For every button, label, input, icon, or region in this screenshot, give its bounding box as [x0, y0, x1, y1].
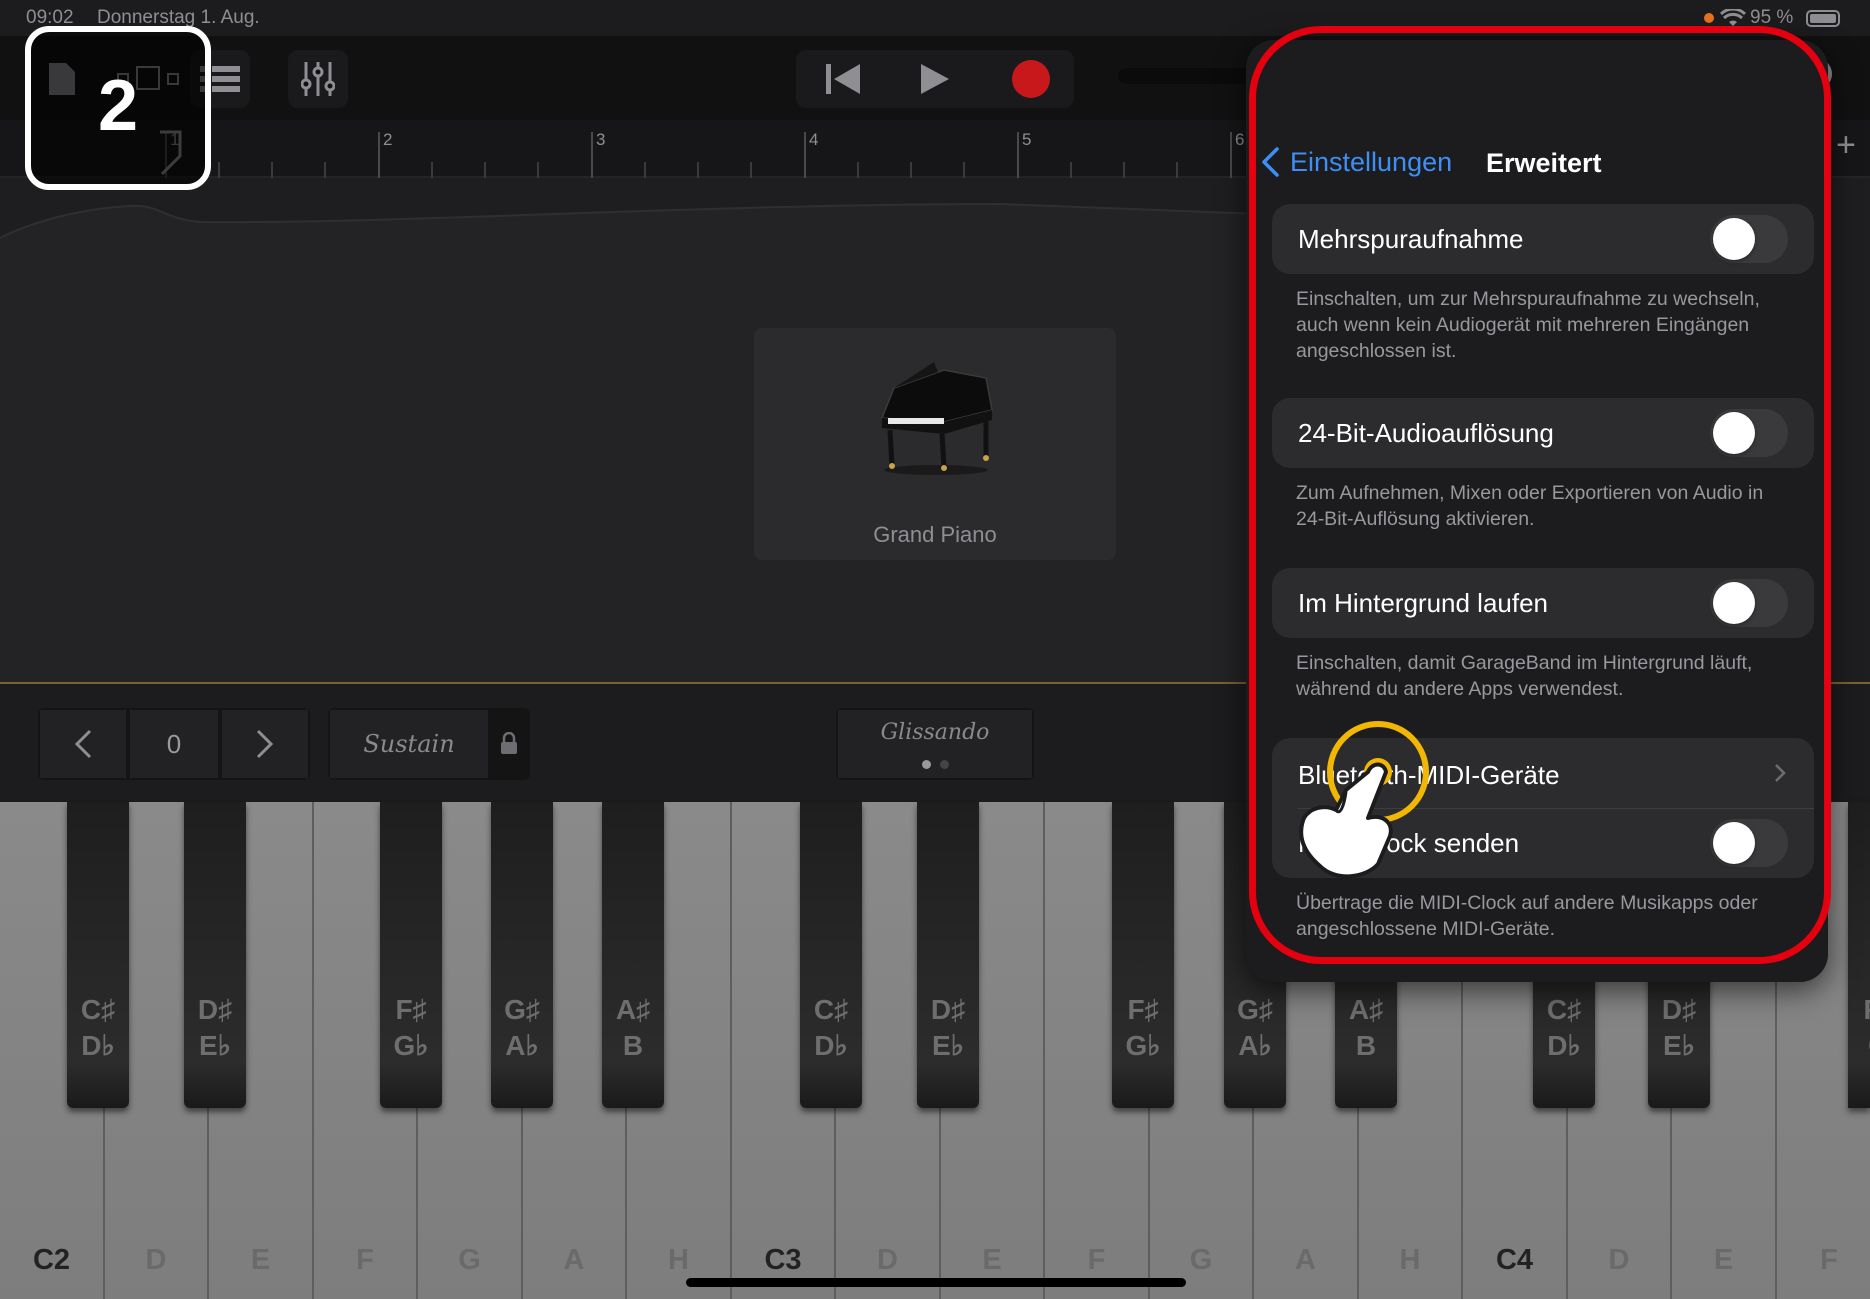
- key-label: G: [1189, 1244, 1213, 1276]
- black-key[interactable]: C♯ D♭: [67, 802, 129, 1108]
- instrument-name: Grand Piano: [873, 522, 997, 547]
- key-label: C♯: [1546, 994, 1582, 1025]
- ruler-bar-label: 6: [1235, 130, 1245, 149]
- ruler-bar-label: 3: [596, 130, 606, 149]
- key-label: D♭: [814, 1030, 848, 1061]
- key-label: G: [458, 1244, 481, 1276]
- black-key[interactable]: D♯ E♭: [184, 802, 246, 1108]
- key-label: F: [356, 1244, 374, 1276]
- instrument-card[interactable]: Grand Piano: [754, 328, 1116, 560]
- octave-value: 0: [130, 710, 218, 778]
- key-label: D: [877, 1244, 898, 1276]
- key-label: E: [250, 1244, 271, 1276]
- black-key[interactable]: F♯ G♭: [380, 802, 442, 1108]
- octave-control: 0: [38, 708, 310, 780]
- key-label: A♭: [505, 1030, 539, 1061]
- key-label: E♭: [932, 1030, 964, 1061]
- ruler-bar-label: 5: [1022, 130, 1032, 149]
- black-key[interactable]: D♯ E♭: [917, 802, 979, 1108]
- key-label: E♭: [1663, 1030, 1695, 1061]
- lock-icon[interactable]: [500, 732, 518, 754]
- key-label: F: [1820, 1244, 1838, 1276]
- step-number: 2: [97, 66, 139, 146]
- key-label: G♯: [1237, 994, 1273, 1025]
- chevron-right-icon: [256, 729, 274, 759]
- sustain-control: Sustain: [328, 708, 530, 780]
- key-label: F: [1087, 1244, 1106, 1276]
- skip-back-icon: [826, 64, 860, 94]
- add-section-icon[interactable]: +: [1836, 126, 1856, 165]
- key-label: B: [1355, 1030, 1377, 1061]
- glissando-label: Glissando: [880, 720, 990, 745]
- black-key[interactable]: A♯ B: [602, 802, 664, 1108]
- glissando-control: Glissando: [836, 708, 1034, 780]
- black-key[interactable]: G♯ A♭: [491, 802, 553, 1108]
- key-label: G: [1848, 1028, 1870, 1064]
- key-label: A♭: [1238, 1030, 1272, 1061]
- ruler-bar-label: 2: [383, 130, 393, 149]
- glissando-button[interactable]: Glissando: [838, 710, 1032, 778]
- key-label: C2: [32, 1244, 71, 1276]
- grand-piano-icon: [880, 362, 993, 475]
- key-label: A: [563, 1244, 585, 1276]
- octave-down-button[interactable]: [40, 710, 126, 778]
- mixer-button[interactable]: [288, 50, 348, 108]
- page-dot: [940, 760, 949, 769]
- key-label: D♯: [1661, 994, 1697, 1025]
- key-label: D: [1608, 1244, 1630, 1276]
- key-label: C♯: [813, 994, 849, 1025]
- chevron-left-icon: [74, 729, 92, 759]
- sustain-button[interactable]: Sustain: [330, 710, 488, 778]
- key-label: D: [145, 1244, 167, 1276]
- key-label: C3: [764, 1244, 802, 1276]
- battery-icon: [1806, 10, 1840, 27]
- octave-up-button[interactable]: [222, 710, 308, 778]
- play-button[interactable]: [892, 50, 978, 108]
- key-label: E: [1713, 1244, 1734, 1276]
- play-icon: [921, 64, 949, 94]
- key-label: G♭: [1125, 1030, 1161, 1061]
- key-label: H: [668, 1244, 689, 1276]
- key-label: A♯: [615, 994, 651, 1025]
- key-label: G♭: [393, 1030, 429, 1061]
- go-to-start-button[interactable]: [800, 50, 886, 108]
- key-label: G♯: [504, 994, 540, 1025]
- key-label: E: [982, 1244, 1002, 1276]
- key-label: A♯: [1348, 994, 1384, 1025]
- mixer-sliders-icon: [301, 62, 335, 96]
- key-label: H: [1399, 1244, 1421, 1276]
- key-label: C♯: [80, 994, 116, 1025]
- black-key[interactable]: F♯G: [1848, 802, 1870, 1108]
- key-label: C4: [1495, 1244, 1534, 1276]
- step-badge: 2: [25, 26, 211, 190]
- key-label: D♭: [1547, 1030, 1581, 1061]
- key-label: D♯: [930, 994, 966, 1025]
- key-label: B: [622, 1030, 644, 1061]
- mic-indicator-icon: [1704, 13, 1714, 23]
- black-key[interactable]: F♯ G♭: [1112, 802, 1174, 1108]
- key-label: F♯: [1848, 992, 1870, 1028]
- ruler-bar-label: 4: [809, 130, 819, 149]
- page-dot-active: [922, 760, 931, 769]
- home-indicator[interactable]: [686, 1278, 1186, 1287]
- key-label: A: [1295, 1244, 1316, 1276]
- tap-gesture-icon: [1299, 721, 1429, 879]
- record-button[interactable]: [988, 50, 1074, 108]
- key-label: F♯: [1127, 994, 1159, 1025]
- key-label: D♭: [81, 1030, 115, 1061]
- black-key[interactable]: C♯ D♭: [800, 802, 862, 1108]
- key-label: E♭: [199, 1030, 231, 1061]
- key-label: D♯: [197, 994, 233, 1025]
- record-icon: [1012, 60, 1050, 98]
- key-label: F♯: [395, 994, 427, 1025]
